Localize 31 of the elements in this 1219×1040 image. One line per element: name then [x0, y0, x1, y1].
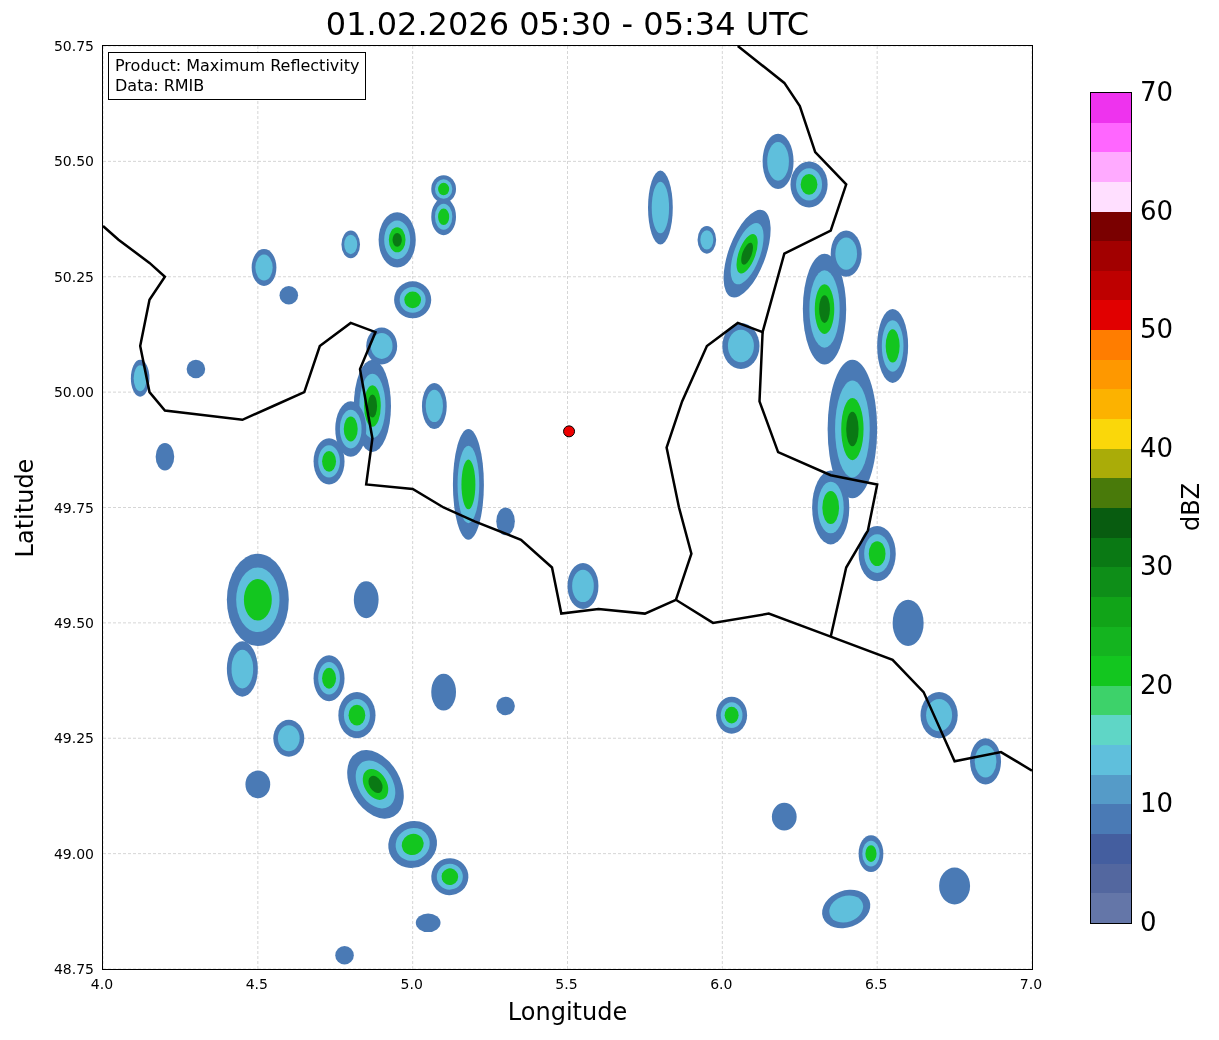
x-tick-label: 6.0	[710, 976, 733, 992]
y-axis-label: Latitude	[11, 458, 39, 557]
colorbar-tick-label: 50	[1140, 314, 1174, 345]
colorbar-tick-label: 40	[1140, 432, 1174, 463]
x-tick-label: 5.0	[400, 976, 423, 992]
colorbar-tick-label: 70	[1140, 77, 1174, 107]
x-tick-label: 4.5	[245, 976, 268, 992]
y-tick-label: 49.00	[53, 845, 94, 862]
colorbar-label: dBZ	[1177, 482, 1205, 532]
y-tick-label: 50.00	[53, 384, 94, 401]
radar-station-marker	[563, 425, 576, 438]
x-tick-label: 4.0	[90, 976, 114, 992]
y-tick-label: 48.75	[53, 961, 94, 977]
y-tick-label: 49.25	[53, 730, 94, 747]
chart-title: 01.02.2026 05:30 - 05:34 UTC	[324, 4, 811, 45]
legend-text: Product: Maximum Reflectivity	[115, 56, 360, 76]
colorbar-tick-label: 20	[1140, 669, 1174, 700]
x-tick-label: 6.5	[865, 976, 888, 992]
x-axis-label: Longitude	[507, 998, 628, 1026]
colorbar-tick-label: 30	[1140, 551, 1174, 582]
y-tick-label: 50.25	[53, 268, 94, 285]
colorbar-tick-label: 60	[1140, 195, 1174, 226]
x-tick-label: 5.5	[555, 976, 578, 992]
colorbar-tick-label: 10	[1140, 788, 1174, 819]
y-tick-label: 49.50	[53, 614, 94, 631]
x-tick-label: 7.0	[1019, 976, 1043, 992]
colorbar-tick-label: 0	[1140, 907, 1157, 937]
y-tick-label: 49.75	[53, 499, 94, 516]
y-tick-label: 50.50	[53, 153, 94, 170]
y-tick-label: 50.75	[53, 38, 94, 54]
legend-text: Data: RMIB	[115, 76, 206, 96]
